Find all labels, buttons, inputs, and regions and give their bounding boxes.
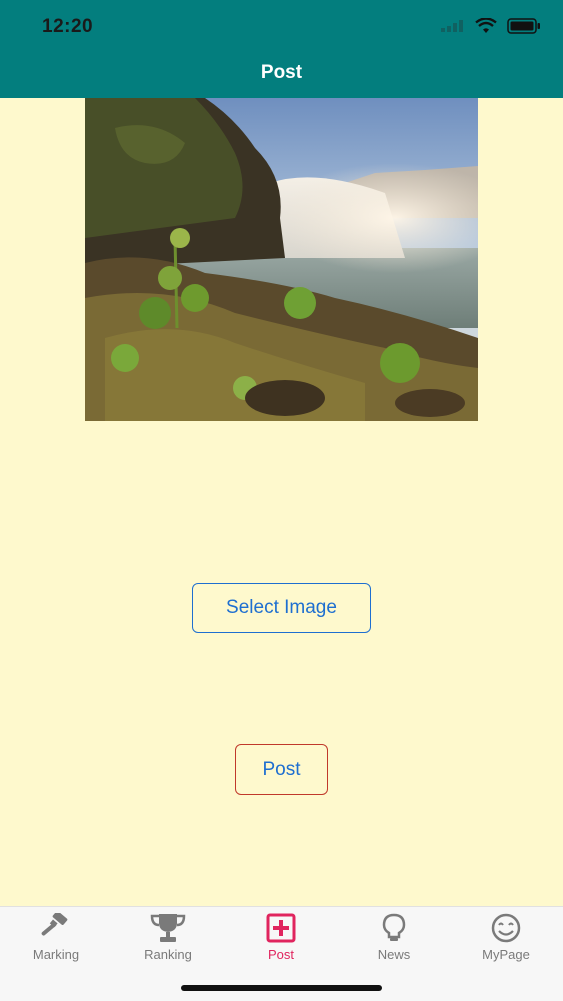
lightbulb-icon xyxy=(382,913,406,941)
app-header: 12:20 Post xyxy=(0,0,563,98)
select-image-button[interactable]: Select Image xyxy=(192,583,371,633)
waterfall-image xyxy=(85,98,478,421)
home-indicator xyxy=(181,985,382,991)
trophy-icon xyxy=(150,914,186,942)
tab-ranking[interactable]: Ranking xyxy=(112,913,224,969)
gavel-icon xyxy=(41,913,68,936)
tab-label-ranking: Ranking xyxy=(144,947,192,962)
status-icons xyxy=(441,18,541,34)
smiley-icon xyxy=(491,913,521,943)
tab-label-post: Post xyxy=(267,947,294,962)
selected-photo xyxy=(85,98,478,421)
tab-label-marking: Marking xyxy=(32,947,80,962)
battery-icon xyxy=(507,18,540,34)
wifi-icon xyxy=(475,18,497,33)
tab-label-news: News xyxy=(377,947,411,962)
signal-icon xyxy=(441,20,463,32)
tab-mypage[interactable]: MyPage xyxy=(450,913,562,969)
page-title: Post xyxy=(260,62,303,83)
tab-post[interactable]: Post xyxy=(225,913,337,969)
plus-square-icon xyxy=(266,913,296,943)
status-time: 12:20 xyxy=(42,16,94,37)
post-button[interactable]: Post xyxy=(235,744,328,795)
tab-label-mypage: MyPage xyxy=(482,947,530,962)
tab-news[interactable]: News xyxy=(338,913,450,969)
tab-marking[interactable]: Marking xyxy=(0,913,112,969)
